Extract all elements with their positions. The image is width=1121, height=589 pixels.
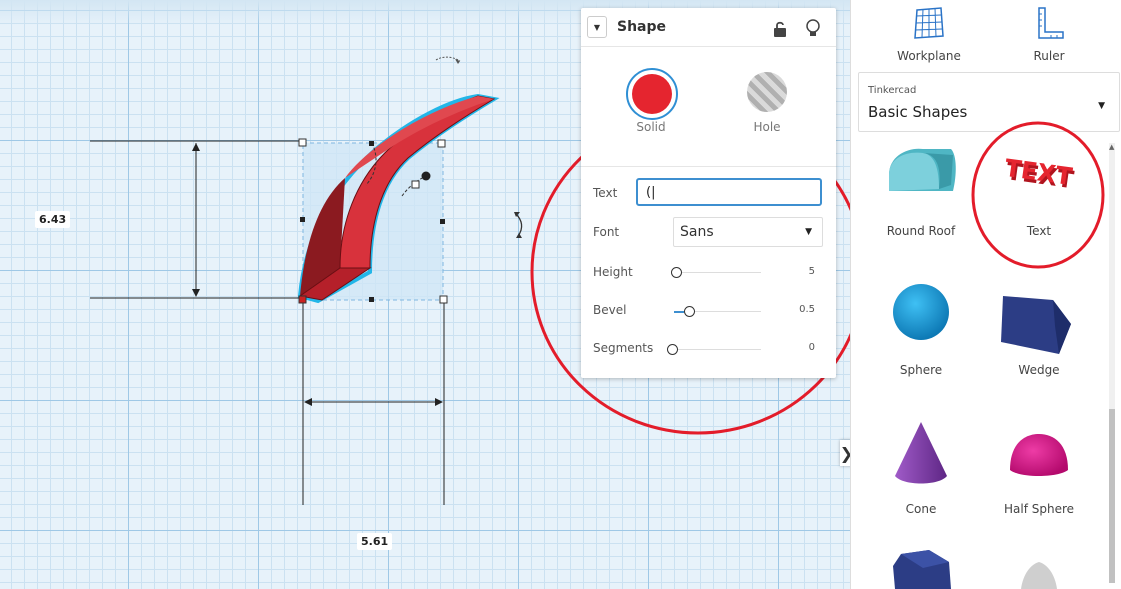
shape-label-sphere: Sphere xyxy=(899,363,943,377)
ruler-label: Ruler xyxy=(1033,49,1065,63)
handle-height xyxy=(411,180,420,189)
cone-shape[interactable] xyxy=(893,420,949,490)
arrowhead-right xyxy=(435,398,443,406)
lock-icon[interactable] xyxy=(772,20,788,38)
hole-swatch[interactable] xyxy=(743,68,791,116)
handle-br xyxy=(439,295,448,304)
text-label: Text xyxy=(593,186,618,200)
highlight-circle-text xyxy=(971,121,1105,269)
font-label: Font xyxy=(593,225,620,239)
handle-mid-top xyxy=(369,141,374,146)
arrowhead-up xyxy=(192,143,200,151)
segments-label: Segments xyxy=(593,341,654,355)
workplane-label: Workplane xyxy=(897,49,961,63)
half-sphere-shape[interactable] xyxy=(1008,432,1070,480)
shape-label-wedge: Wedge xyxy=(1018,363,1060,377)
handle-tr xyxy=(437,139,446,148)
scrollbar-thumb[interactable] xyxy=(1109,409,1115,583)
shape-label-half-sphere: Half Sphere xyxy=(1003,502,1075,516)
solid-label: Solid xyxy=(636,120,666,134)
inspector-title: Shape xyxy=(617,19,667,35)
workplane-icon xyxy=(914,7,944,39)
sphere-shape[interactable] xyxy=(891,282,951,342)
handle-tl xyxy=(298,138,307,147)
chevron-down-icon: ▼ xyxy=(805,227,812,237)
height-value[interactable]: 5 xyxy=(795,266,815,277)
rotate-side-icon xyxy=(515,213,523,237)
handle-mid-left xyxy=(300,217,305,222)
ruler-icon xyxy=(1038,7,1064,39)
arrowhead-left xyxy=(304,398,312,406)
round-roof-shape[interactable] xyxy=(883,145,959,207)
shapes-panel: Workplane Ruler Tinkercad Basic Shapes ▼… xyxy=(850,0,1121,589)
library-source: Tinkercad xyxy=(868,85,917,96)
handle-bl xyxy=(298,295,307,304)
polygon-shape[interactable] xyxy=(891,548,955,589)
height-slider-track[interactable] xyxy=(676,272,761,273)
font-value: Sans xyxy=(680,224,714,240)
solid-swatch[interactable] xyxy=(626,68,678,120)
shape-label-round-roof: Round Roof xyxy=(886,224,956,238)
bevel-slider-fill xyxy=(674,311,684,313)
hole-label: Hole xyxy=(753,120,781,134)
lightbulb-icon[interactable] xyxy=(805,18,821,40)
dim-width-label[interactable]: 5.61 xyxy=(357,533,393,550)
inspector-divider xyxy=(581,166,836,167)
scroll-up-arrow[interactable]: ▲ xyxy=(1109,143,1114,151)
height-label: Height xyxy=(593,265,633,279)
workplane-button[interactable]: Workplane xyxy=(889,6,969,63)
segments-slider-knob[interactable] xyxy=(667,344,678,355)
text-input[interactable]: (| xyxy=(636,178,822,206)
height-slider-knob[interactable] xyxy=(671,267,682,278)
shape-label-cone: Cone xyxy=(905,502,937,516)
wedge-shape[interactable] xyxy=(997,290,1073,360)
bevel-label: Bevel xyxy=(593,303,627,317)
handle-mid-bottom xyxy=(369,297,374,302)
paraboloid-shape[interactable] xyxy=(1017,560,1061,589)
collapse-button[interactable]: ▼ xyxy=(587,16,607,38)
bevel-slider-knob[interactable] xyxy=(684,306,695,317)
segments-value[interactable]: 0 xyxy=(795,342,815,353)
font-select[interactable]: Sans ▼ xyxy=(673,217,823,247)
arrowhead-down xyxy=(192,289,200,297)
segments-slider-track[interactable] xyxy=(676,349,761,350)
ruler-button[interactable]: Ruler xyxy=(1009,6,1089,63)
bevel-value[interactable]: 0.5 xyxy=(795,304,815,315)
chevron-down-icon: ▼ xyxy=(1098,101,1105,111)
rotation-handle xyxy=(421,171,431,181)
dim-height-label[interactable]: 6.43 xyxy=(35,211,71,228)
inspector-header: ▼ Shape xyxy=(581,8,836,47)
library-selected: Basic Shapes xyxy=(868,103,968,121)
shapes-scrollbar[interactable] xyxy=(1109,143,1115,583)
shape-inspector: ▼ Shape Solid Hole Text (| Font Sans ▼ H… xyxy=(581,8,836,378)
handle-mid-right xyxy=(440,219,445,224)
